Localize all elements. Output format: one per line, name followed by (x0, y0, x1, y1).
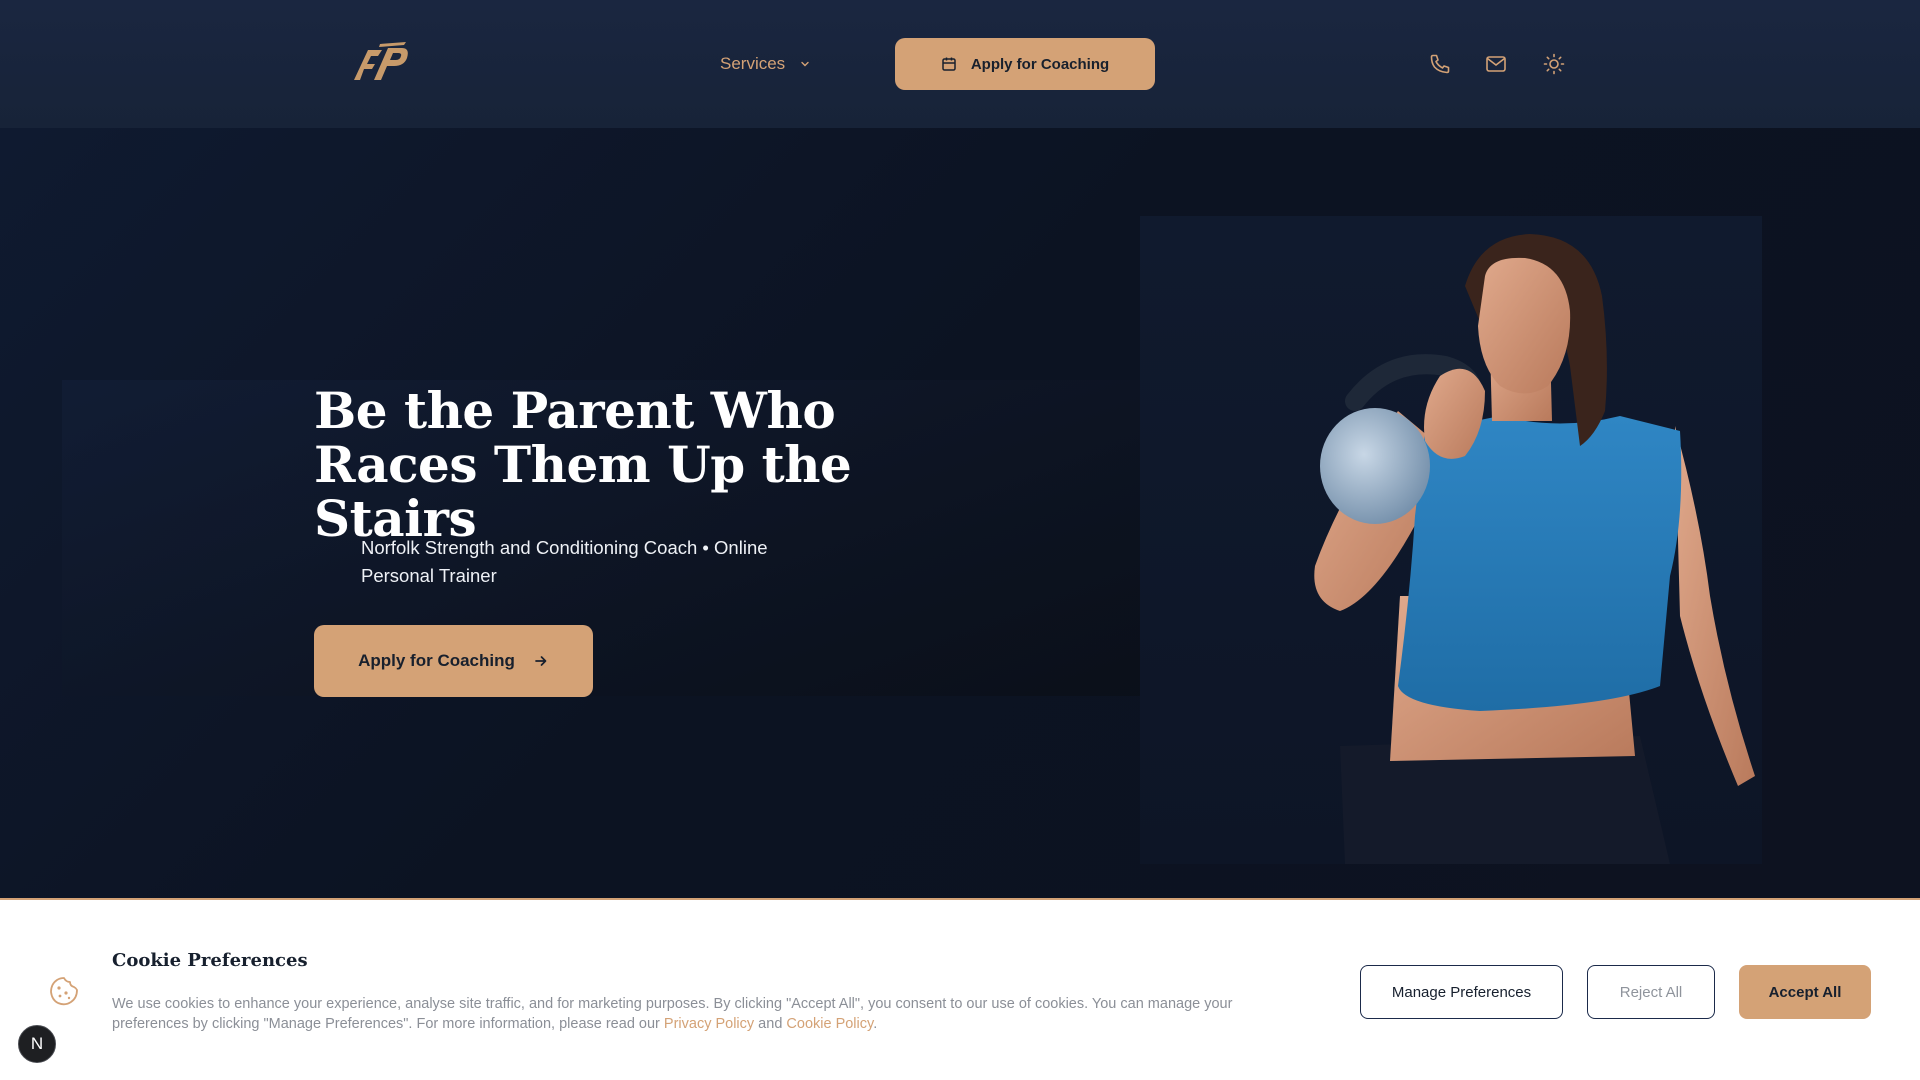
chevron-down-icon (801, 61, 809, 67)
cookie-banner: Cookie Preferences We use cookies to enh… (0, 898, 1920, 1080)
hero-title: Be the Parent Who Races Them Up the Stai… (314, 381, 852, 548)
athlete-kettlebell-image (1314, 234, 1755, 864)
manage-preferences-button[interactable]: Manage Preferences (1360, 965, 1563, 1019)
services-label: Services (720, 54, 786, 73)
hero-subtitle: Norfolk Strength and Conditioning Coach … (361, 537, 768, 586)
cookie-policy-link[interactable]: Cookie Policy (786, 1016, 873, 1032)
nav-apply-button[interactable]: Apply for Coaching (895, 38, 1155, 90)
arrow-right-icon (535, 656, 547, 666)
hero-apply-label: Apply for Coaching (358, 651, 515, 670)
privacy-policy-link[interactable]: Privacy Policy (664, 1016, 754, 1032)
hero-apply-button[interactable]: Apply for Coaching (314, 625, 593, 697)
calendar-icon (942, 57, 956, 71)
hero-section: Be the Parent Who Races Them Up the Stai… (0, 128, 1920, 898)
site-logo[interactable] (350, 36, 410, 84)
nav-apply-label: Apply for Coaching (970, 55, 1110, 73)
top-navigation: Services Apply for Coaching (0, 0, 1920, 128)
logo-icon (354, 42, 408, 80)
cookie-icon (50, 977, 78, 1006)
sun-icon (1543, 53, 1565, 75)
reject-all-button[interactable]: Reject All (1587, 965, 1715, 1019)
mail-icon (1486, 56, 1506, 72)
hero-photo (1140, 216, 1762, 864)
email-button[interactable] (1484, 52, 1508, 76)
accept-all-button[interactable]: Accept All (1739, 965, 1871, 1019)
services-menu[interactable]: Services (720, 50, 811, 78)
cookie-text-suffix: . (873, 1016, 878, 1032)
theme-toggle[interactable] (1542, 52, 1566, 76)
cookie-text-and: and (754, 1016, 787, 1032)
cookie-icon-wrap (48, 975, 80, 1007)
cookie-description: We use cookies to enhance your experienc… (112, 994, 1292, 1034)
n-badge-button[interactable]: N (18, 1025, 56, 1063)
cookie-title: Cookie Preferences (112, 950, 308, 971)
phone-icon (1430, 54, 1450, 74)
phone-button[interactable] (1428, 52, 1452, 76)
